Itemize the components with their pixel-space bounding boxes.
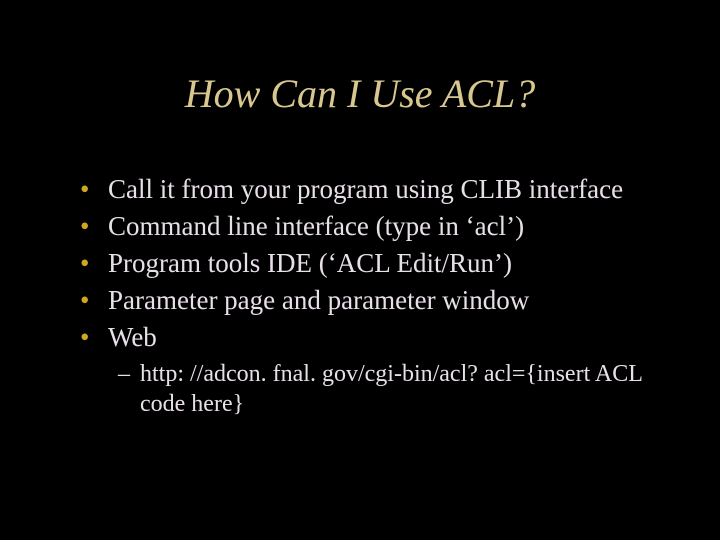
- bullet-list: Call it from your program using CLIB int…: [60, 172, 660, 419]
- list-item: Parameter page and parameter window: [80, 283, 660, 318]
- slide: How Can I Use ACL? Call it from your pro…: [0, 0, 720, 540]
- list-item: Command line interface (type in ‘acl’): [80, 209, 660, 244]
- list-item: Web http: //adcon. fnal. gov/cgi-bin/acl…: [80, 320, 660, 419]
- sub-bullet-list: http: //adcon. fnal. gov/cgi-bin/acl? ac…: [108, 359, 660, 419]
- list-item: Program tools IDE (‘ACL Edit/Run’): [80, 246, 660, 281]
- list-item-label: Web: [108, 322, 157, 352]
- list-item: Call it from your program using CLIB int…: [80, 172, 660, 207]
- slide-title: How Can I Use ACL?: [60, 70, 660, 117]
- sub-list-item: http: //adcon. fnal. gov/cgi-bin/acl? ac…: [118, 359, 660, 419]
